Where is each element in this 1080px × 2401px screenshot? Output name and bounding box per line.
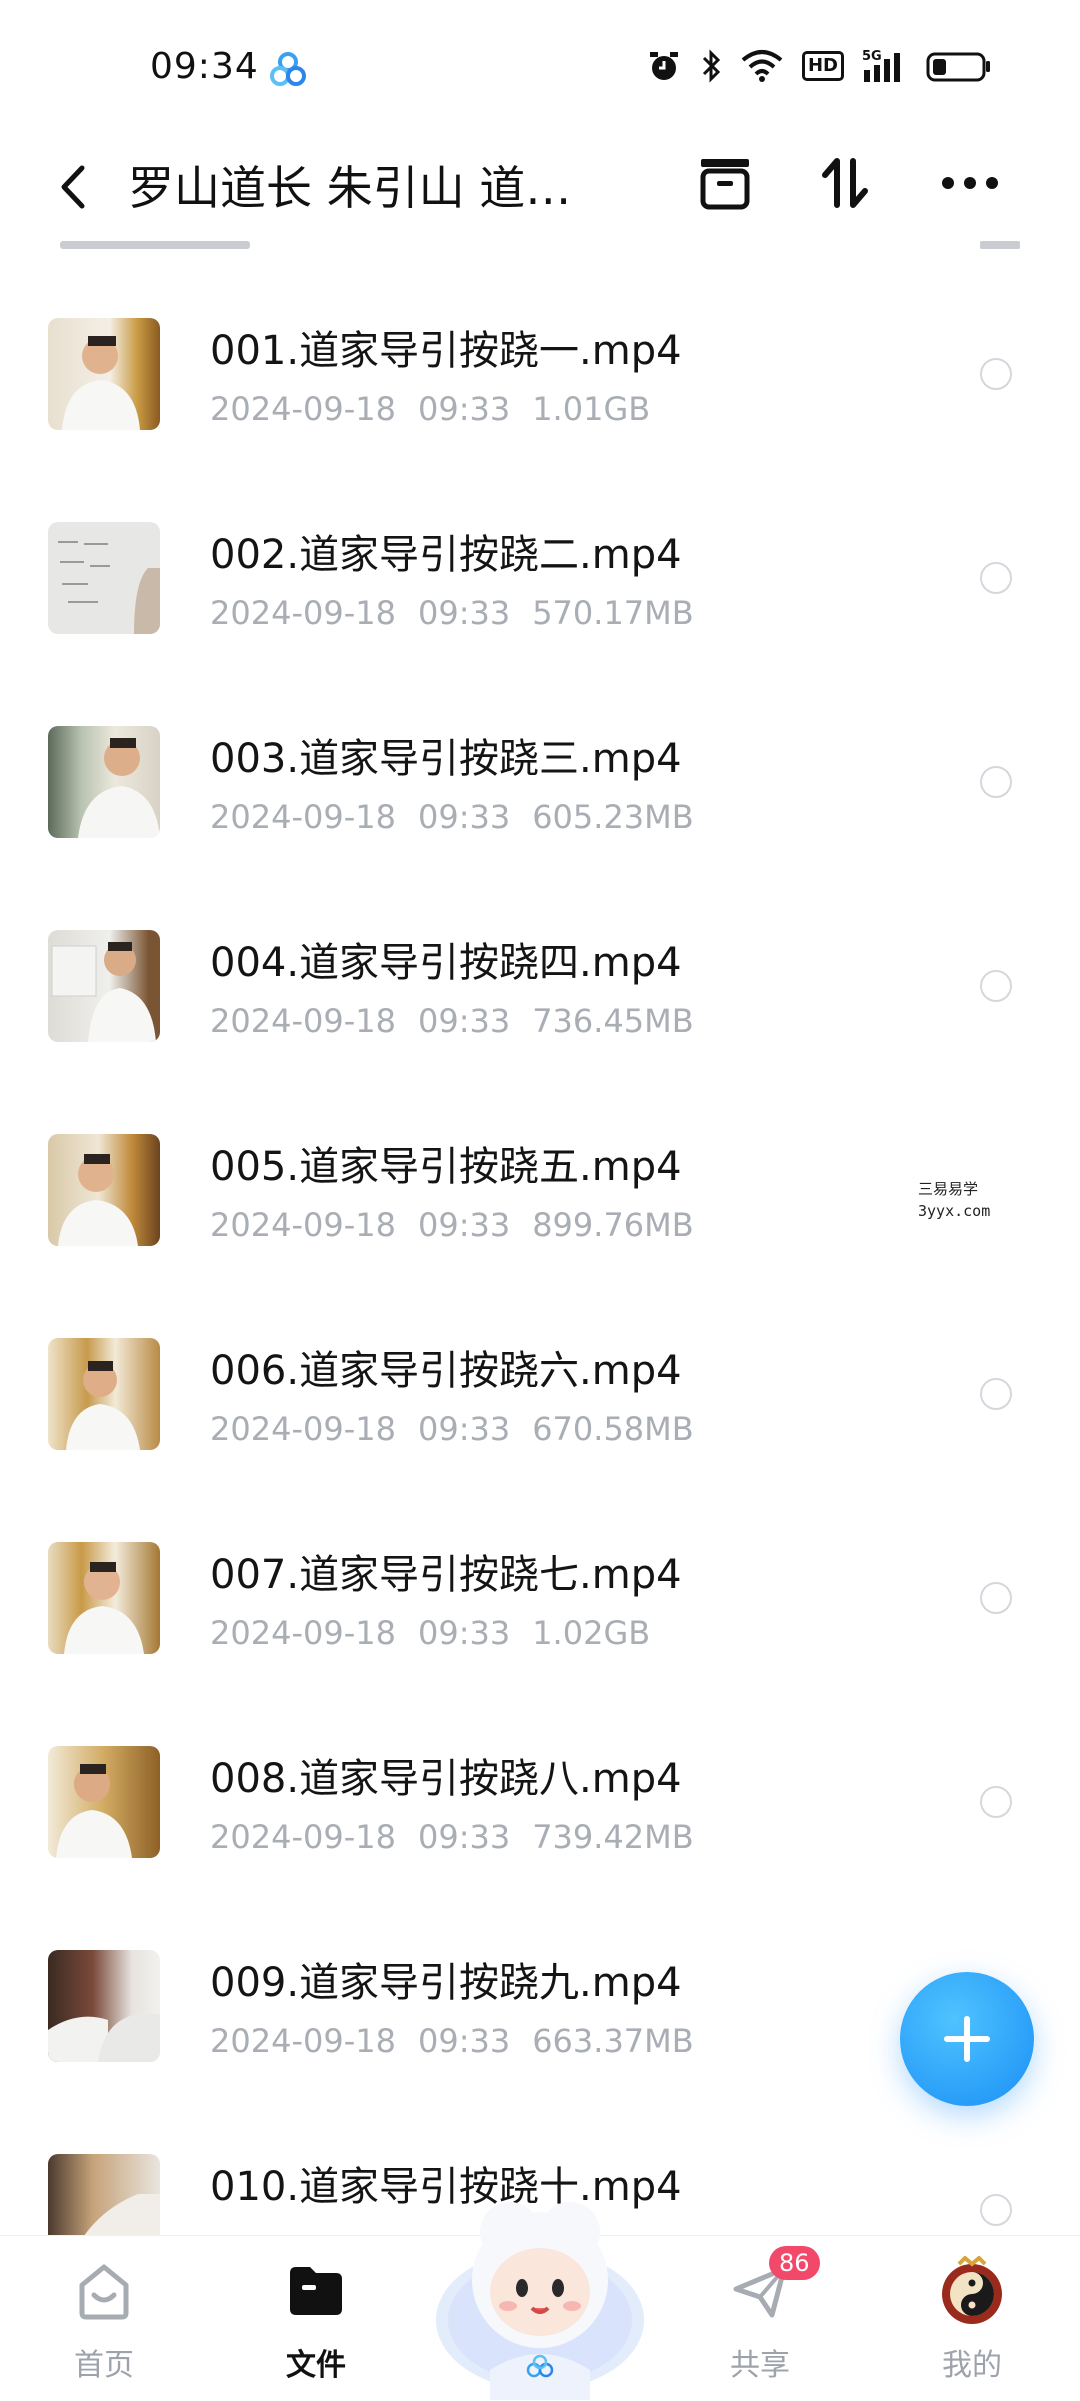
file-row[interactable]: 002.道家导引按跷二.mp4 2024-09-18 09:33 570.17MB [0,504,1080,708]
video-thumbnail [48,522,160,634]
partial-content-shape [60,241,1020,249]
select-radio[interactable] [980,562,1012,594]
cellular-signal-icon: 5G [862,49,900,82]
video-thumbnail [48,930,160,1042]
file-row[interactable]: 008.道家导引按跷八.mp4 2024-09-18 09:33 739.42MB [0,1728,1080,1932]
file-meta: 2024-09-18 09:33 663.37MB [210,2022,694,2060]
home-icon [79,2264,129,2320]
file-row[interactable]: 004.道家导引按跷四.mp4 2024-09-18 09:33 736.45MB [0,912,1080,1116]
file-name: 003.道家导引按跷三.mp4 [210,736,682,782]
file-row[interactable]: 001.道家导引按跷一.mp4 2024-09-18 09:33 1.01GB [0,300,1080,504]
file-row[interactable]: 003.道家导引按跷三.mp4 2024-09-18 09:33 605.23MB [0,708,1080,912]
nav-mine[interactable]: 我的 [902,2256,1042,2384]
file-meta: 2024-09-18 09:33 736.45MB [210,1002,694,1040]
file-meta: 2024-09-18 09:33 1.02GB [210,1614,651,1652]
file-meta: 2024-09-18 09:33 570.17MB [210,594,694,632]
video-thumbnail [48,318,160,430]
sort-icon [822,158,868,208]
file-name: 005.道家导引按跷五.mp4 [210,1144,682,1190]
file-name: 004.道家导引按跷四.mp4 [210,940,682,986]
more-options-button[interactable] [935,148,1005,218]
select-radio[interactable] [980,358,1012,390]
video-thumbnail [48,1542,160,1654]
select-radio[interactable] [980,1582,1012,1614]
video-thumbnail [48,1746,160,1858]
file-name: 002.道家导引按跷二.mp4 [210,532,682,578]
status-time: 09:34 [150,46,259,87]
nav-files-label: 文件 [286,2348,346,2383]
select-radio[interactable] [980,1378,1012,1410]
nav-home-label: 首页 [74,2348,134,2383]
alarm-icon [649,52,678,80]
more-dots-icon [942,177,998,189]
video-thumbnail [48,1134,160,1246]
file-meta: 2024-09-18 09:33 605.23MB [210,798,694,836]
file-meta: 2024-09-18 09:33 1.01GB [210,390,651,428]
nav-home[interactable]: 首页 [34,2256,174,2384]
folder-icon [290,2267,342,2315]
hd-voice-badge: HD [801,51,844,81]
select-radio[interactable] [980,766,1012,798]
site-watermark: 三易易学 3yyx.com [918,1180,991,1220]
mascot-assistant-button[interactable] [432,2170,648,2400]
video-thumbnail [48,1950,160,2062]
file-name: 008.道家导引按跷八.mp4 [210,1756,682,1802]
select-radio[interactable] [980,2194,1012,2226]
archive-button[interactable] [690,148,760,218]
plus-icon [944,2016,990,2062]
nav-files[interactable]: 文件 [246,2256,386,2384]
file-meta: 2024-09-18 09:33 670.58MB [210,1410,694,1448]
file-meta: 2024-09-18 09:33 739.42MB [210,1818,694,1856]
back-arrow-icon[interactable] [48,152,98,222]
nav-share[interactable]: 86 共享 [690,2246,830,2384]
nav-share-label: 共享 [730,2348,790,2383]
sort-button[interactable] [810,148,880,218]
video-thumbnail [48,1338,160,1450]
bluetooth-icon [702,49,721,83]
wifi-icon [741,50,783,82]
file-meta: 2024-09-18 09:33 899.76MB [210,1206,694,1244]
folder-title: 罗山道长 朱引山 道… [128,161,572,215]
app-logo-icon [270,52,306,86]
scrolled-hidden-row [60,240,1020,254]
svg-text:5G: 5G [862,49,882,64]
add-fab-button[interactable] [900,1972,1034,2106]
file-name: 006.道家导引按跷六.mp4 [210,1348,682,1394]
share-count-badge: 86 [769,2246,820,2280]
file-name: 009.道家导引按跷九.mp4 [210,1960,682,2006]
status-icons: HD 5G [646,48,992,84]
select-radio[interactable] [980,1786,1012,1818]
archive-icon [700,159,750,210]
avatar-yinyang-icon [942,2256,1002,2324]
select-radio[interactable] [980,970,1012,1002]
nav-mine-label: 我的 [942,2348,1002,2383]
file-row[interactable]: 007.道家导引按跷七.mp4 2024-09-18 09:33 1.02GB [0,1524,1080,1728]
battery-icon [926,52,990,82]
status-bar: 09:34 HD 5G [0,0,1080,130]
header-bar: 罗山道长 朱引山 道… [0,130,1080,240]
file-row[interactable]: 006.道家导引按跷六.mp4 2024-09-18 09:33 670.58MB [0,1320,1080,1524]
video-thumbnail [48,726,160,838]
file-name: 001.道家导引按跷一.mp4 [210,328,682,374]
file-name: 007.道家导引按跷七.mp4 [210,1552,682,1598]
